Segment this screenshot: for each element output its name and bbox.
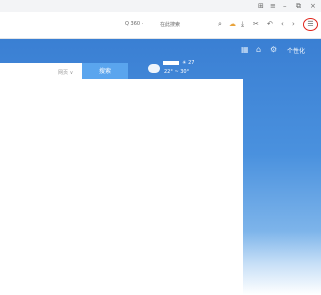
weather-current: ☀ 27 <box>182 60 195 66</box>
search-icon[interactable]: ⌕ <box>218 20 222 28</box>
browser-toolbar: Q 360 · 在此搜索 ⌕ ☁ ⤓ ✂ ↶ ‹ › ☰ <box>0 12 321 39</box>
minimize-button[interactable]: – <box>283 1 287 11</box>
search-input[interactable]: 网页 ∨ <box>0 63 82 80</box>
grid-icon[interactable]: ▦ <box>241 45 249 54</box>
toolbar-search-box[interactable]: 在此搜索 <box>160 21 180 28</box>
cut-icon[interactable]: ✂ <box>253 20 259 28</box>
close-button[interactable]: × <box>310 1 316 11</box>
personalize-link[interactable]: 个性化 <box>287 46 305 55</box>
search-button[interactable]: 搜索 <box>82 63 128 80</box>
search-engine-selector[interactable]: Q 360 · <box>125 21 143 27</box>
main-menu-button[interactable]: ☰ <box>303 18 318 31</box>
home-icon[interactable]: ⌂ <box>256 45 261 54</box>
settings-icon[interactable]: ⚙ <box>270 45 277 54</box>
search-type-select[interactable]: 网页 ∨ <box>58 69 73 76</box>
undo-icon[interactable]: ↶ <box>267 20 273 28</box>
window-menu-icon[interactable]: ≡ <box>270 1 276 11</box>
start-page: ▦ ⌂ ⚙ 个性化 网页 ∨ 搜索 ☀ 27 22° ~ 30° <box>0 39 321 295</box>
restore-button[interactable]: ⧉ <box>296 1 301 11</box>
weather-temperature-range: 22° ~ 30° <box>164 69 190 75</box>
weather-city-label <box>163 61 179 65</box>
weather-cloud-icon[interactable]: ☁ <box>229 20 236 28</box>
window-titlebar: ⊞ ≡ – ⧉ × <box>0 0 321 12</box>
weather-cloud-icon <box>148 64 160 73</box>
skin-icon[interactable]: ⊞ <box>258 1 264 11</box>
download-icon[interactable]: ⤓ <box>241 20 244 28</box>
forward-icon[interactable]: › <box>292 20 295 28</box>
back-icon[interactable]: ‹ <box>281 20 284 28</box>
content-panel <box>0 79 243 295</box>
